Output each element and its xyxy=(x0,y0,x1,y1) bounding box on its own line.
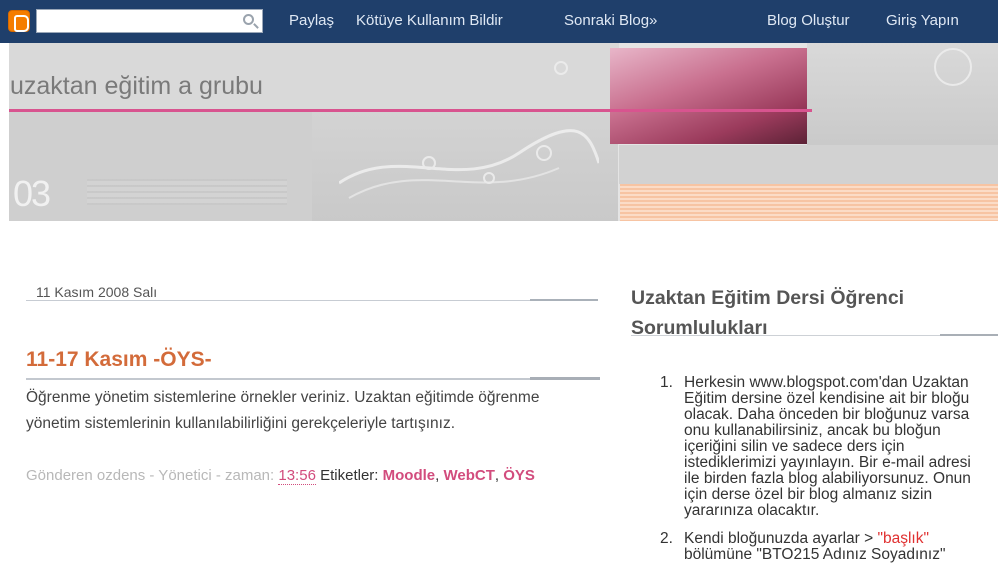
blog-title[interactable]: uzaktan eğitim a grubu xyxy=(10,72,263,101)
header-stripes xyxy=(620,184,998,221)
header-accent-line xyxy=(9,109,812,112)
next-blog-link[interactable]: Sonraki Blog» xyxy=(564,12,657,29)
post-title-divider xyxy=(26,378,600,380)
header-decoration-circle-small xyxy=(554,61,568,75)
post-date: 11 Kasım 2008 Salı xyxy=(36,284,158,300)
search-box xyxy=(36,9,263,33)
post-labels-prefix: Etiketler: xyxy=(320,467,379,484)
list-item-number: 2. xyxy=(660,530,673,547)
list-item: 2. Kendi bloğunuzda ayarlar > "başlık" b… xyxy=(660,531,990,563)
header-decoration-lines xyxy=(339,129,599,199)
report-abuse-link[interactable]: Kötüye Kullanım Bildir xyxy=(356,12,503,29)
date-divider-accent xyxy=(530,299,598,301)
label-link[interactable]: Moodle xyxy=(383,467,436,484)
post-author: Gönderen ozdens - Yönetici - zaman: xyxy=(26,467,275,484)
share-link[interactable]: Paylaş xyxy=(289,12,334,29)
label-link[interactable]: WebCT xyxy=(443,467,494,484)
list-item-text: Herkesin www.blogspot.com'dan Uzaktan Eğ… xyxy=(684,374,971,519)
header-decoration-number: 03 xyxy=(13,173,51,214)
post-title[interactable]: 11-17 Kasım -ÖYS- xyxy=(26,348,212,372)
responsibilities-list: 1. Herkesin www.blogspot.com'dan Uzaktan… xyxy=(660,375,990,575)
blogger-logo-icon[interactable] xyxy=(8,10,30,32)
header-decoration-circle xyxy=(934,48,972,86)
header-photo-strip xyxy=(619,145,998,184)
post-title-divider-accent xyxy=(530,377,600,380)
blogger-navbar: Paylaş Kötüye Kullanım Bildir Sonraki Bl… xyxy=(0,0,998,43)
header-photo-statue xyxy=(610,48,807,144)
label-link[interactable]: ÖYS xyxy=(503,467,535,484)
sidebar-title: Uzaktan Eğitim Dersi Öğrenci Sorumlulukl… xyxy=(631,287,905,339)
date-divider xyxy=(26,300,598,301)
header-decoration-stripes xyxy=(87,179,287,205)
blog-header: 03 uzaktan eğitim a grubu xyxy=(9,43,998,221)
post-body: Öğrenme yönetim sistemlerine örnekler ve… xyxy=(26,389,540,432)
list-item-text: Kendi bloğunuzda ayarlar > xyxy=(684,530,878,547)
sidebar-divider-accent xyxy=(940,334,998,336)
list-item: 1. Herkesin www.blogspot.com'dan Uzaktan… xyxy=(660,375,990,519)
label-separator: , xyxy=(494,467,504,484)
post-footer: Gönderen ozdens - Yönetici - zaman: 13:5… xyxy=(26,463,596,489)
create-blog-link[interactable]: Blog Oluştur xyxy=(767,12,850,29)
search-input[interactable] xyxy=(37,10,227,32)
search-icon[interactable] xyxy=(243,14,254,25)
list-item-text-continued: bölümüne "BTO215 Adınız Soyadınız" xyxy=(684,546,946,563)
post-timestamp[interactable]: 13:56 xyxy=(278,467,316,485)
list-item-number: 1. xyxy=(660,374,673,391)
sign-in-link[interactable]: Giriş Yapın xyxy=(886,12,959,29)
list-item-highlight: "başlık" xyxy=(877,530,929,547)
